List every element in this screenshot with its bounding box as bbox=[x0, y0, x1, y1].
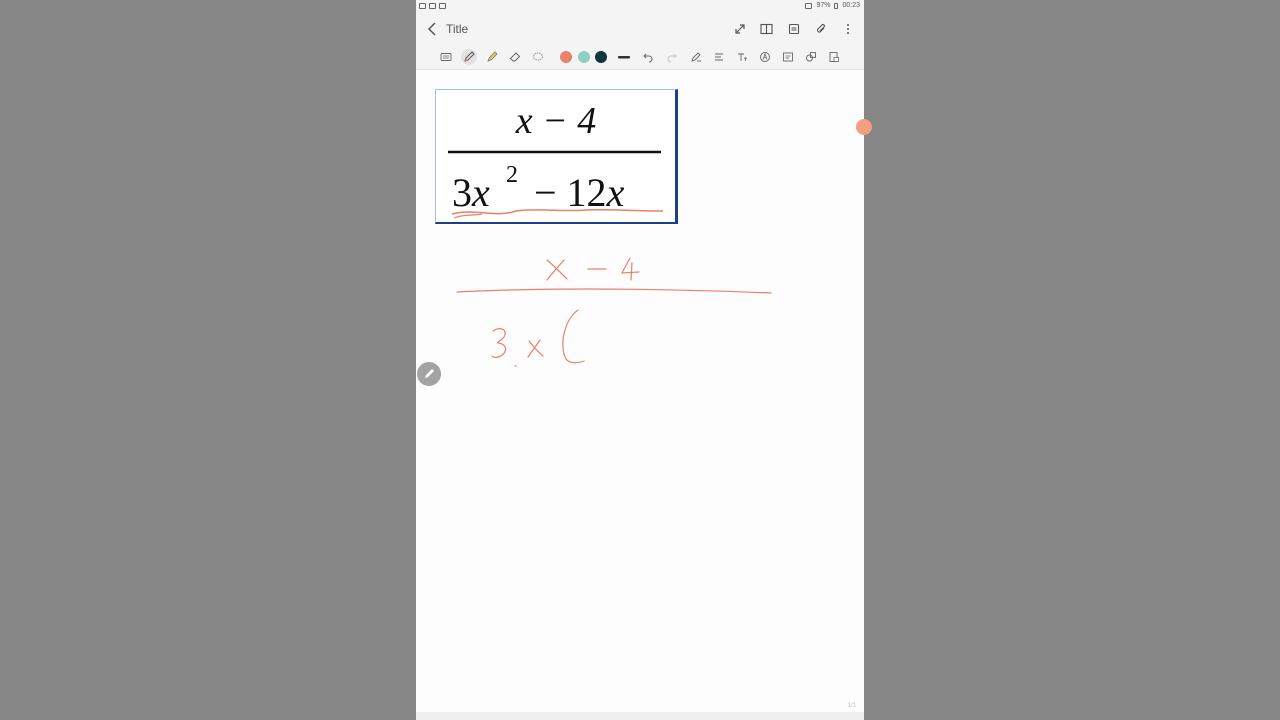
page-indicator: 1/1 bbox=[847, 703, 856, 709]
note-title[interactable]: Title bbox=[446, 22, 468, 36]
stroke-width-icon bbox=[618, 56, 630, 59]
color-swatch-dark[interactable] bbox=[595, 51, 607, 63]
recording-icon bbox=[419, 3, 426, 9]
straighten-icon bbox=[715, 53, 723, 61]
side-panel-handle[interactable] bbox=[856, 119, 872, 135]
text-button[interactable] bbox=[734, 49, 750, 65]
expand-icon bbox=[734, 23, 745, 34]
nfc-icon bbox=[805, 2, 813, 9]
top-bar: Title bbox=[416, 13, 864, 45]
highlighter-icon bbox=[487, 51, 498, 62]
status-bar: 97% 00:23 bbox=[416, 0, 864, 13]
battery-icon bbox=[834, 2, 839, 9]
top-actions bbox=[731, 20, 856, 37]
bottom-bar bbox=[416, 712, 864, 720]
hw-three bbox=[491, 328, 507, 359]
keyboard-icon bbox=[440, 53, 452, 61]
handwriting-layer bbox=[456, 257, 772, 367]
pen-icon bbox=[464, 51, 475, 62]
paperclip-icon bbox=[816, 23, 825, 33]
mail-icon bbox=[429, 3, 436, 9]
hw-fraction-line bbox=[456, 288, 772, 294]
hw-paren bbox=[562, 309, 585, 364]
page-lock-icon bbox=[829, 52, 839, 62]
lasso-icon bbox=[533, 52, 543, 61]
battery-level: 97% bbox=[816, 2, 831, 9]
format-button[interactable] bbox=[757, 49, 773, 65]
redo-button[interactable] bbox=[664, 49, 680, 65]
pen-settings-icon bbox=[691, 52, 701, 62]
eraser-button[interactable] bbox=[507, 49, 523, 65]
lasso-button[interactable] bbox=[530, 49, 546, 65]
page-lock-button[interactable] bbox=[826, 49, 842, 65]
note-canvas[interactable]: x − 4 3x 2 − 12x bbox=[416, 76, 864, 712]
format-icon bbox=[760, 52, 770, 62]
color-swatch-teal[interactable] bbox=[578, 51, 590, 63]
hw-four-b bbox=[630, 262, 633, 281]
straighten-button[interactable] bbox=[711, 49, 727, 65]
mail-icon-2 bbox=[439, 3, 446, 9]
attach-button[interactable] bbox=[812, 20, 829, 37]
highlighter-button[interactable] bbox=[484, 49, 500, 65]
more-options-button[interactable] bbox=[839, 20, 856, 37]
hw-x2-stroke-1 bbox=[528, 340, 544, 357]
more-vertical-icon bbox=[846, 23, 849, 34]
pencil-icon bbox=[425, 369, 434, 378]
book-icon bbox=[760, 23, 773, 34]
undo-icon bbox=[643, 53, 653, 63]
insert-button[interactable] bbox=[780, 49, 796, 65]
floating-pen-button[interactable] bbox=[416, 361, 442, 387]
stroke-width-button[interactable] bbox=[617, 49, 631, 65]
color-swatch-salmon[interactable] bbox=[560, 51, 572, 63]
hw-four-a bbox=[620, 257, 640, 274]
text-icon bbox=[738, 53, 747, 61]
drawing-toolbar bbox=[416, 45, 864, 70]
keyboard-button[interactable] bbox=[438, 49, 454, 65]
undo-button[interactable] bbox=[640, 49, 656, 65]
expand-button[interactable] bbox=[731, 20, 748, 37]
shapes-icon bbox=[806, 52, 816, 62]
document-icon bbox=[788, 23, 799, 34]
page-view-button[interactable] bbox=[785, 20, 802, 37]
pen-settings-button[interactable] bbox=[688, 49, 704, 65]
insert-icon bbox=[783, 52, 793, 62]
notes-app: 97% 00:23 Title x − 4 3x 2 − 12x 1/1 bbox=[416, 0, 864, 720]
back-button[interactable] bbox=[426, 20, 440, 38]
clock: 00:23 bbox=[842, 2, 860, 9]
shapes-button[interactable] bbox=[803, 49, 819, 65]
reading-mode-button[interactable] bbox=[758, 20, 775, 37]
chevron-left-icon bbox=[427, 22, 436, 36]
status-left-icons bbox=[419, 3, 446, 9]
status-right: 97% 00:23 bbox=[805, 2, 860, 9]
redo-icon bbox=[667, 53, 677, 63]
pen-button[interactable] bbox=[461, 49, 477, 65]
eraser-icon bbox=[509, 52, 521, 62]
